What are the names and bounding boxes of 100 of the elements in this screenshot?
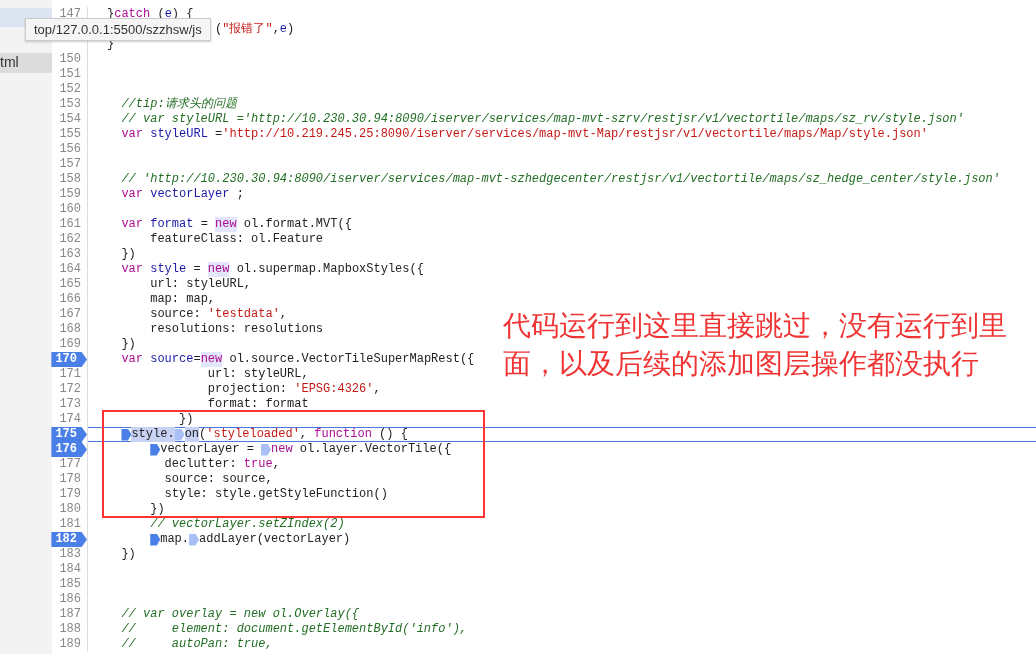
code-token: format: format	[207, 397, 309, 412]
line-number: 155	[59, 127, 82, 142]
line-number: 188	[59, 622, 82, 637]
code-token: 'styleloaded'	[206, 427, 300, 442]
line-number: 189	[59, 637, 82, 652]
code-token: ol.layer.VectorTile({	[299, 442, 452, 457]
line-number: 180	[59, 502, 82, 517]
line-number: 158	[59, 172, 82, 187]
breakpoint-marker-icon[interactable]	[150, 443, 161, 456]
code-token: )	[287, 22, 295, 37]
code-token: resolutions: resolutions	[150, 322, 324, 337]
line-number: 168	[59, 322, 82, 337]
breakpoint-marker-icon[interactable]	[189, 533, 200, 546]
code-token: })	[150, 502, 165, 517]
code-token: style: style.getStyleFunction()	[164, 487, 388, 502]
code-token: =	[215, 127, 223, 142]
code-token: true	[243, 457, 273, 472]
line-number: 163	[59, 247, 82, 262]
code-token: new	[207, 262, 230, 277]
code-token: format	[150, 217, 194, 232]
code-token: var	[121, 217, 143, 232]
breakpoint-marker-icon[interactable]	[174, 428, 185, 441]
line-number: 178	[59, 472, 82, 487]
code-token: (	[199, 427, 207, 442]
code-token: ,	[272, 22, 280, 37]
line-number: 187	[59, 607, 82, 622]
code-token: })	[121, 337, 136, 352]
tooltip: top/127.0.0.1:5500/szzhsw/js	[25, 18, 211, 41]
line-number: 153	[59, 97, 82, 112]
line-number: 157	[59, 157, 82, 172]
code-token: // var styleURL ='http://10.230.30.94:8090/iserver/services/map-mvt-szrv/restjsr/v1/vectortile/maps/sz_rv/style.json'	[121, 112, 964, 127]
line-number[interactable]: 182	[51, 532, 87, 547]
code-token: ,	[272, 457, 280, 472]
code-token: //tip:请求头的问题	[121, 97, 237, 112]
code-token: // var overlay = new ol.Overlay({	[121, 607, 360, 622]
line-number: 169	[59, 337, 82, 352]
code-token: source	[150, 352, 194, 367]
line-number: 179	[59, 487, 82, 502]
code-token: ol.format.MVT({	[243, 217, 352, 232]
line-number: 183	[59, 547, 82, 562]
code-token: ,	[279, 307, 288, 322]
code-token: // autoPan: true,	[121, 637, 273, 652]
line-number[interactable]: 176	[51, 442, 87, 457]
code-token: })	[121, 547, 136, 562]
code-token: vectorLayer =	[160, 442, 254, 457]
code-token: ,	[299, 427, 308, 442]
line-number: 164	[59, 262, 82, 277]
code-token: styleURL	[150, 127, 208, 142]
annotation-text: 代码运行到这里直接跳过，没有运行到里面，以及后续的添加图层操作都没执行	[503, 308, 1008, 382]
line-number: 161	[59, 217, 82, 232]
line-number: 186	[59, 592, 82, 607]
line-number: 181	[59, 517, 82, 532]
code-token: })	[121, 247, 136, 262]
code-token: new	[271, 442, 293, 457]
code-token: new	[215, 217, 237, 232]
line-number: 150	[59, 52, 82, 67]
code-token: // 'http://10.230.30.94:8090/iserver/services/map-mvt-szhedgecenter/restjsr/v1/vectortile/maps/sz_hedge_center/style.json'	[121, 172, 1000, 187]
line-number: 156	[59, 142, 82, 157]
code-token: // element: document.getElementById('info'),	[121, 622, 468, 637]
breakpoint-marker-icon[interactable]	[121, 428, 132, 441]
code-token: ,	[373, 382, 381, 397]
code-token: var	[121, 262, 143, 277]
line-number: 184	[59, 562, 82, 577]
code-token: var	[121, 127, 143, 142]
code-token: function	[314, 427, 372, 442]
line-number[interactable]: 175	[51, 427, 87, 442]
code-token: // vectorLayer.setZIndex(2)	[150, 517, 345, 532]
code-token: featureClass: ol.Feature	[150, 232, 324, 247]
code-token: declutter:	[164, 457, 237, 472]
code-token: url: styleURL,	[150, 277, 252, 292]
code-token: =	[193, 352, 201, 367]
line-number: 167	[59, 307, 82, 322]
line-number: 171	[59, 367, 82, 382]
code-token: 'http://10.219.245.25:8090/iserver/services/map-mvt-Map/restjsr/v1/vectortile/maps/Map/style.json'	[222, 127, 928, 142]
code-token: 'testdata'	[207, 307, 280, 322]
breakpoint-marker-icon[interactable]	[150, 533, 161, 546]
line-number: 165	[59, 277, 82, 292]
line-number: 152	[59, 82, 82, 97]
code-token: style.	[131, 427, 175, 442]
code-token: })	[179, 412, 194, 427]
code-token: ol.supermap.MapboxStyles({	[236, 262, 424, 277]
line-number[interactable]: 170	[51, 352, 87, 367]
code-token: e	[279, 22, 288, 37]
file-tree-item[interactable]: tml	[0, 53, 52, 73]
line-number: 159	[59, 187, 82, 202]
code-token: addLayer(vectorLayer)	[199, 532, 351, 547]
code-token: on	[184, 427, 200, 442]
line-number: 154	[59, 112, 82, 127]
code-token: ol.source.VectorTileSuperMapRest({	[229, 352, 475, 367]
line-number: 185	[59, 577, 82, 592]
breakpoint-marker-icon[interactable]	[261, 443, 272, 456]
code-token: () {	[379, 427, 408, 442]
code-token: vectorLayer	[150, 187, 230, 202]
code-token: var	[121, 352, 143, 367]
line-number: 173	[59, 397, 82, 412]
code-token: 'EPSG:4326'	[294, 382, 374, 397]
code-token: new	[200, 352, 223, 367]
code-token: map.	[160, 532, 190, 547]
line-number: 172	[59, 382, 82, 397]
code-token: style	[150, 262, 187, 277]
